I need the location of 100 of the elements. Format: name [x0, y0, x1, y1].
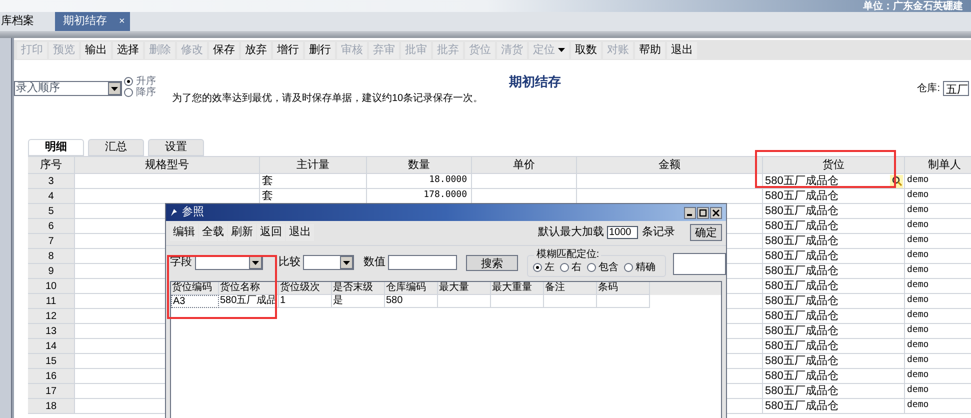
toolbar-button[interactable]: 退出 — [667, 42, 697, 58]
header-text: 单位：广东金石英硼建 — [863, 0, 963, 12]
radio-button[interactable] — [124, 77, 133, 86]
table-cell: demo — [905, 324, 971, 338]
toolbar-button[interactable]: 帮助 — [635, 42, 665, 58]
empty-cell — [597, 295, 650, 308]
column-header[interactable]: 数量 — [367, 157, 472, 173]
table-cell: 17 — [28, 384, 75, 398]
empty-cell — [438, 295, 491, 308]
table-cell: demo — [905, 294, 971, 308]
toolbar-button[interactable]: 保存 — [209, 42, 239, 58]
table-cell: 9 — [28, 264, 75, 278]
table-cell: demo — [905, 354, 971, 368]
table-cell: 580五厂成品仓 — [763, 294, 905, 308]
table-cell[interactable]: 580五厂成品仓 — [765, 174, 838, 188]
table-cell: 3 — [28, 174, 75, 188]
toolbar-button[interactable]: 放弃 — [241, 42, 271, 58]
toolbar-button[interactable]: 增行 — [273, 42, 303, 58]
column-header[interactable]: 最大重量 — [491, 282, 544, 295]
toolbar-button[interactable]: 选择 — [113, 42, 143, 58]
table-cell: demo — [905, 234, 971, 248]
table-cell: 13 — [28, 324, 75, 338]
menu-button[interactable]: 返回 — [257, 224, 285, 240]
value-label: 数值 — [363, 255, 386, 270]
tab[interactable]: 库档案 — [0, 12, 55, 31]
table-cell: 4 — [28, 189, 75, 203]
ok-button[interactable]: 确定 — [690, 224, 722, 240]
table-cell: 12 — [28, 309, 75, 323]
maximize-icon[interactable] — [697, 206, 709, 218]
table-cell: 6 — [28, 219, 75, 233]
menu-button[interactable]: 刷新 — [228, 224, 256, 240]
max-load-field[interactable]: 1000 — [607, 226, 638, 238]
table-cell: demo — [905, 384, 971, 398]
radio-button[interactable] — [560, 263, 570, 272]
toolbar-button[interactable]: 取数 — [571, 42, 601, 58]
column-header[interactable]: 序号 — [28, 157, 75, 173]
close-icon[interactable]: × — [119, 14, 125, 29]
radio-button[interactable] — [624, 263, 634, 272]
warehouse-field[interactable]: 五厂 — [943, 81, 969, 96]
table-cell: 580五厂成品仓 — [763, 309, 905, 323]
value-field[interactable] — [388, 255, 457, 270]
radio-label: 降序 — [136, 86, 156, 100]
column-header[interactable]: 条码 — [597, 282, 650, 295]
column-header[interactable]: 主计量 — [260, 157, 367, 173]
warehouse-label: 仓库: — [917, 82, 940, 96]
column-header[interactable]: 货位级次 — [279, 282, 332, 295]
table-cell: 8 — [28, 249, 75, 263]
table-cell: 580五厂成品仓 — [763, 189, 905, 203]
toolbar-button[interactable]: 删行 — [305, 42, 335, 58]
menu-button[interactable]: 全载 — [199, 224, 227, 240]
table-cell: 580五厂成品仓 — [763, 234, 905, 248]
radio-label: 右 — [571, 261, 582, 275]
empty-cell — [491, 295, 544, 308]
column-header[interactable]: 货位名称 — [219, 282, 279, 295]
table-cell: demo — [905, 339, 971, 353]
radio-button[interactable] — [124, 88, 133, 97]
group-label: 模糊匹配定位: — [534, 250, 602, 260]
table-cell: demo — [905, 219, 971, 233]
column-header[interactable]: 制单人 — [905, 157, 971, 173]
records-label: 条记录 — [642, 224, 675, 240]
table-cell: 580五厂成品仓 — [763, 399, 905, 413]
table-cell: demo — [905, 189, 971, 203]
column-header[interactable]: 规格型号 — [75, 157, 260, 173]
locate-field[interactable] — [673, 252, 726, 274]
grid-cell: 1 — [279, 295, 332, 308]
column-header[interactable]: 单价 — [472, 157, 577, 173]
table-cell: demo — [905, 264, 971, 278]
sheet-tab[interactable]: 汇总 — [88, 139, 144, 156]
sheet-tab[interactable]: 设置 — [148, 139, 204, 156]
column-header[interactable]: 金额 — [577, 157, 763, 173]
table-cell: demo — [905, 399, 971, 413]
column-header[interactable]: 货位 — [763, 157, 905, 173]
max-load-label: 默认最大加载 — [538, 224, 604, 240]
menu-button[interactable]: 编辑 — [170, 224, 198, 240]
table-cell: 580五厂成品仓 — [763, 279, 905, 293]
table-cell: 16 — [28, 369, 75, 383]
table-cell: 580五厂成品仓 — [763, 369, 905, 383]
table-cell: 5 — [28, 204, 75, 218]
sort-select[interactable]: 录入顺序 — [14, 81, 122, 96]
grid-cell: 580 — [385, 295, 438, 308]
table-cell: demo — [905, 369, 971, 383]
column-header[interactable]: 是否末级 — [332, 282, 385, 295]
table-cell: 580五厂成品仓 — [763, 204, 905, 218]
search-button[interactable]: 搜索 — [466, 254, 518, 270]
tab[interactable]: 期初结存 × — [55, 12, 130, 31]
sheet-tab[interactable]: 明细 — [28, 139, 84, 156]
minimize-icon[interactable] — [684, 206, 696, 218]
table-cell: 580五厂成品仓 — [763, 219, 905, 233]
empty-cell — [544, 295, 597, 308]
menu-button[interactable]: 退出 — [286, 224, 314, 240]
compare-select[interactable] — [303, 255, 354, 270]
toolbar-button[interactable]: 输出 — [81, 42, 111, 58]
column-header[interactable]: 最大量 — [438, 282, 491, 295]
table-cell: 580五厂成品仓 — [763, 324, 905, 338]
radio-button[interactable] — [587, 263, 596, 272]
compare-label: 比较 — [278, 255, 300, 270]
table-cell: demo — [905, 174, 971, 188]
radio-button[interactable] — [533, 263, 542, 272]
close-icon[interactable] — [710, 206, 722, 218]
column-header[interactable]: 货位编码 — [171, 282, 219, 295]
